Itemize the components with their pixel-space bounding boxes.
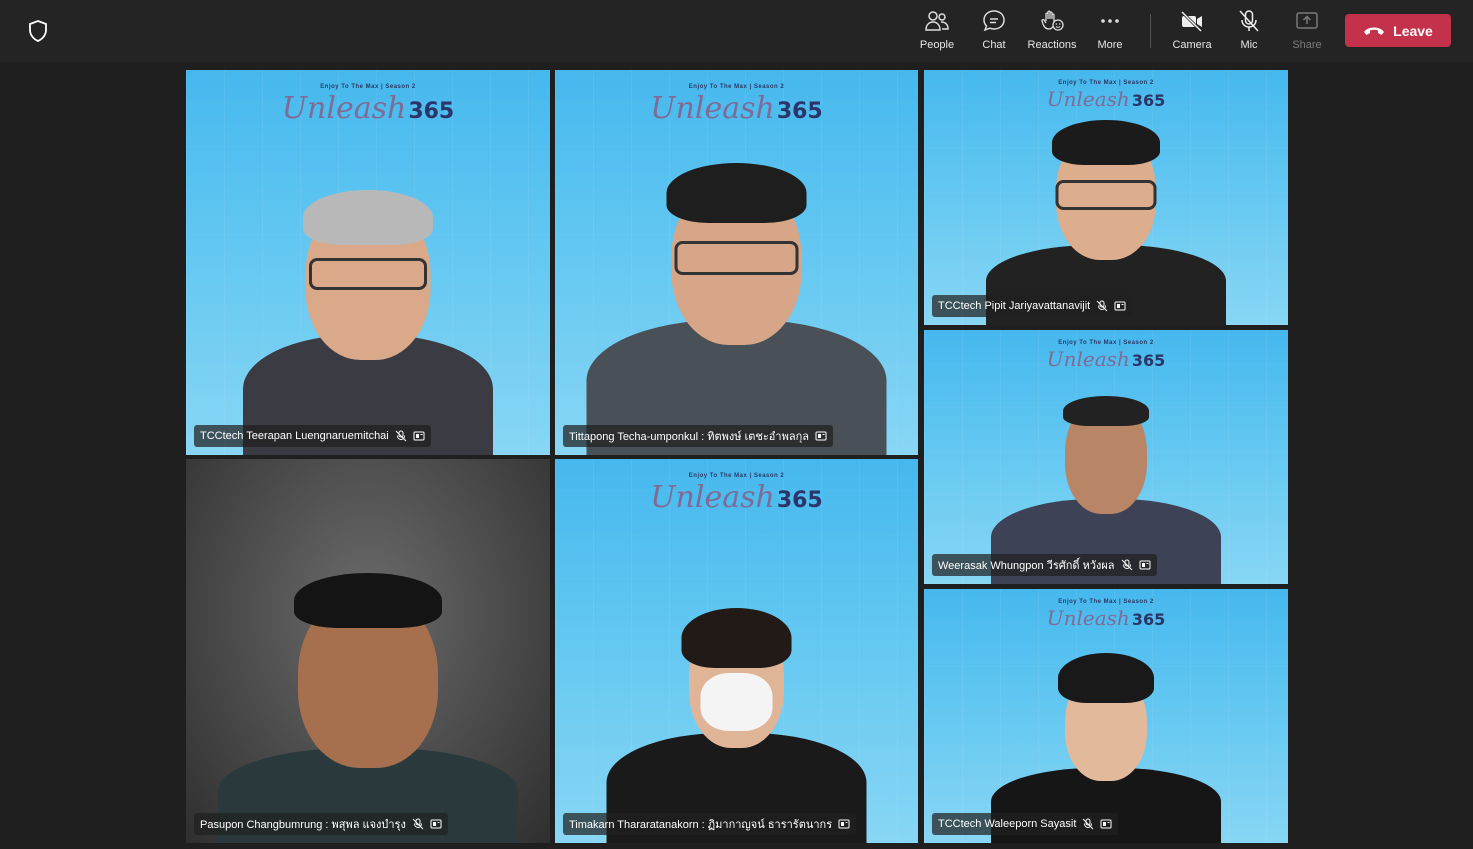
participant-video: [555, 598, 918, 843]
reactions-label: Reactions: [1027, 39, 1077, 51]
meeting-toolbar: People Chat Reactions More Camera Mic Sh…: [0, 0, 1473, 62]
chat-button[interactable]: Chat: [964, 8, 1024, 56]
banner-number: 365: [1131, 610, 1166, 629]
banner-number: 365: [776, 488, 823, 513]
mic-muted-icon: [395, 430, 407, 442]
event-banner: Enjoy To The Max | Season 2 Unleash365: [1047, 599, 1165, 630]
participant-video: [924, 115, 1288, 325]
pin-icon[interactable]: [1114, 300, 1126, 312]
participant-nameplate: Tittapong Techa-umponkul : ทิตพงษ์ เตชะอ…: [563, 425, 833, 447]
banner-tagline: Enjoy To The Max | Season 2: [688, 473, 785, 479]
camera-label: Camera: [1172, 39, 1212, 51]
banner-number: 365: [1131, 351, 1166, 370]
event-banner: Enjoy To The Max | Season 2 Unleash365: [1047, 80, 1165, 111]
pin-icon[interactable]: [1100, 818, 1112, 830]
banner-tagline: Enjoy To The Max | Season 2: [1058, 80, 1154, 86]
participant-nameplate: TCCtech Pipit Jariyavattanavijit: [932, 295, 1133, 317]
event-banner: Enjoy To The Max | Season 2 Unleash365: [282, 84, 455, 126]
pin-icon[interactable]: [815, 430, 827, 442]
banner-number: 365: [776, 99, 823, 124]
banner-word: Unleash: [1046, 87, 1130, 111]
chat-icon: [983, 10, 1005, 32]
event-banner: Enjoy To The Max | Season 2 Unleash365: [1047, 340, 1165, 371]
event-banner: Enjoy To The Max | Season 2 Unleash365: [650, 84, 823, 126]
pin-icon[interactable]: [413, 430, 425, 442]
video-tile[interactable]: Enjoy To The Max | Season 2 Unleash365 T…: [555, 459, 918, 843]
participant-nameplate: TCCtech Waleeporn Sayasit: [932, 813, 1119, 835]
chat-label: Chat: [982, 39, 1006, 51]
camera-off-icon: [1180, 10, 1203, 33]
banner-number: 365: [1131, 91, 1166, 110]
participant-name: TCCtech Teerapan Luengnaruemitchai: [200, 430, 389, 442]
participant-nameplate: Timakarn Thararatanakorn : ฏิมากาญจน์ ธา…: [563, 813, 857, 835]
participant-name: Tittapong Techa-umponkul : ทิตพงษ์ เตชะอ…: [569, 431, 809, 443]
participant-video: [924, 628, 1288, 843]
share-button[interactable]: Share: [1277, 8, 1337, 56]
banner-word: Unleash: [1046, 606, 1130, 630]
toolbar-divider: [1150, 14, 1151, 48]
participant-nameplate: Weerasak Whungpon วีรศักดิ์ หวังผล: [932, 554, 1157, 576]
leave-button[interactable]: Leave: [1345, 14, 1451, 47]
shield-icon[interactable]: [26, 19, 50, 43]
mic-label: Mic: [1240, 39, 1258, 51]
mic-off-icon: [1239, 10, 1259, 32]
video-tile[interactable]: Pasupon Changbumrung : พสุพล แจงบำรุง: [186, 459, 550, 843]
participant-name: TCCtech Pipit Jariyavattanavijit: [938, 300, 1091, 312]
people-button[interactable]: People: [907, 8, 967, 56]
banner-tagline: Enjoy To The Max | Season 2: [1058, 599, 1154, 605]
participant-name: TCCtech Waleeporn Sayasit: [938, 818, 1077, 830]
mic-button[interactable]: Mic: [1219, 8, 1279, 56]
banner-word: Unleash: [281, 91, 407, 126]
people-icon: [925, 11, 949, 31]
participant-video: [555, 155, 918, 455]
video-tile[interactable]: Enjoy To The Max | Season 2 Unleash 365 W…: [924, 330, 1288, 584]
leave-label: Leave: [1393, 22, 1433, 39]
banner-tagline: Enjoy To The Max | Season 2: [1058, 340, 1154, 346]
reactions-icon: [1041, 10, 1064, 31]
video-tile[interactable]: Enjoy To The Max | Season 2 Unleash365 T…: [924, 589, 1288, 843]
mic-muted-icon: [1083, 818, 1094, 830]
share-label: Share: [1292, 39, 1322, 51]
participant-video: [186, 165, 550, 455]
participant-nameplate: Pasupon Changbumrung : พสุพล แจงบำรุง: [194, 813, 448, 835]
pin-icon[interactable]: [838, 818, 850, 830]
banner-word: Unleash: [650, 480, 775, 515]
mic-muted-icon: [1096, 300, 1108, 312]
video-tile[interactable]: Enjoy To The Max | Season 2 Unleash365 T…: [186, 70, 550, 455]
pin-icon[interactable]: [430, 818, 442, 830]
face-mask: [700, 673, 773, 731]
more-label: More: [1097, 39, 1123, 51]
participant-name: Timakarn Thararatanakorn : ฏิมากาญจน์ ธา…: [569, 819, 833, 831]
more-button[interactable]: More: [1080, 8, 1140, 56]
mic-muted-icon: [412, 818, 424, 830]
participant-nameplate: TCCtech Teerapan Luengnaruemitchai: [194, 425, 431, 447]
people-label: People: [919, 39, 955, 51]
banner-number: 365: [408, 99, 455, 124]
banner-word: Unleash: [650, 91, 775, 126]
banner-word: Unleash: [1046, 347, 1130, 371]
video-tile[interactable]: Enjoy To The Max | Season 2 Unleash365 T…: [555, 70, 918, 455]
video-tile[interactable]: Enjoy To The Max | Season 2 Unleash365 T…: [924, 70, 1288, 325]
mic-muted-icon: [1121, 559, 1132, 571]
reactions-button[interactable]: Reactions: [1022, 8, 1082, 56]
camera-button[interactable]: Camera: [1162, 8, 1222, 56]
participant-name: Weerasak Whungpon วีรศักดิ์ หวังผล: [938, 560, 1115, 572]
phone-hangup-icon: [1364, 27, 1385, 35]
participant-name: Pasupon Changbumrung : พสุพล แจงบำรุง: [200, 819, 406, 831]
more-icon: [1101, 19, 1119, 23]
participant-video: [186, 573, 550, 843]
banner-tagline: Enjoy To The Max | Season 2: [320, 84, 416, 90]
share-icon: [1296, 12, 1318, 29]
event-banner: Enjoy To The Max | Season 2 Unleash365: [650, 473, 823, 515]
pin-icon[interactable]: [1139, 559, 1151, 571]
banner-tagline: Enjoy To The Max | Season 2: [688, 84, 785, 90]
